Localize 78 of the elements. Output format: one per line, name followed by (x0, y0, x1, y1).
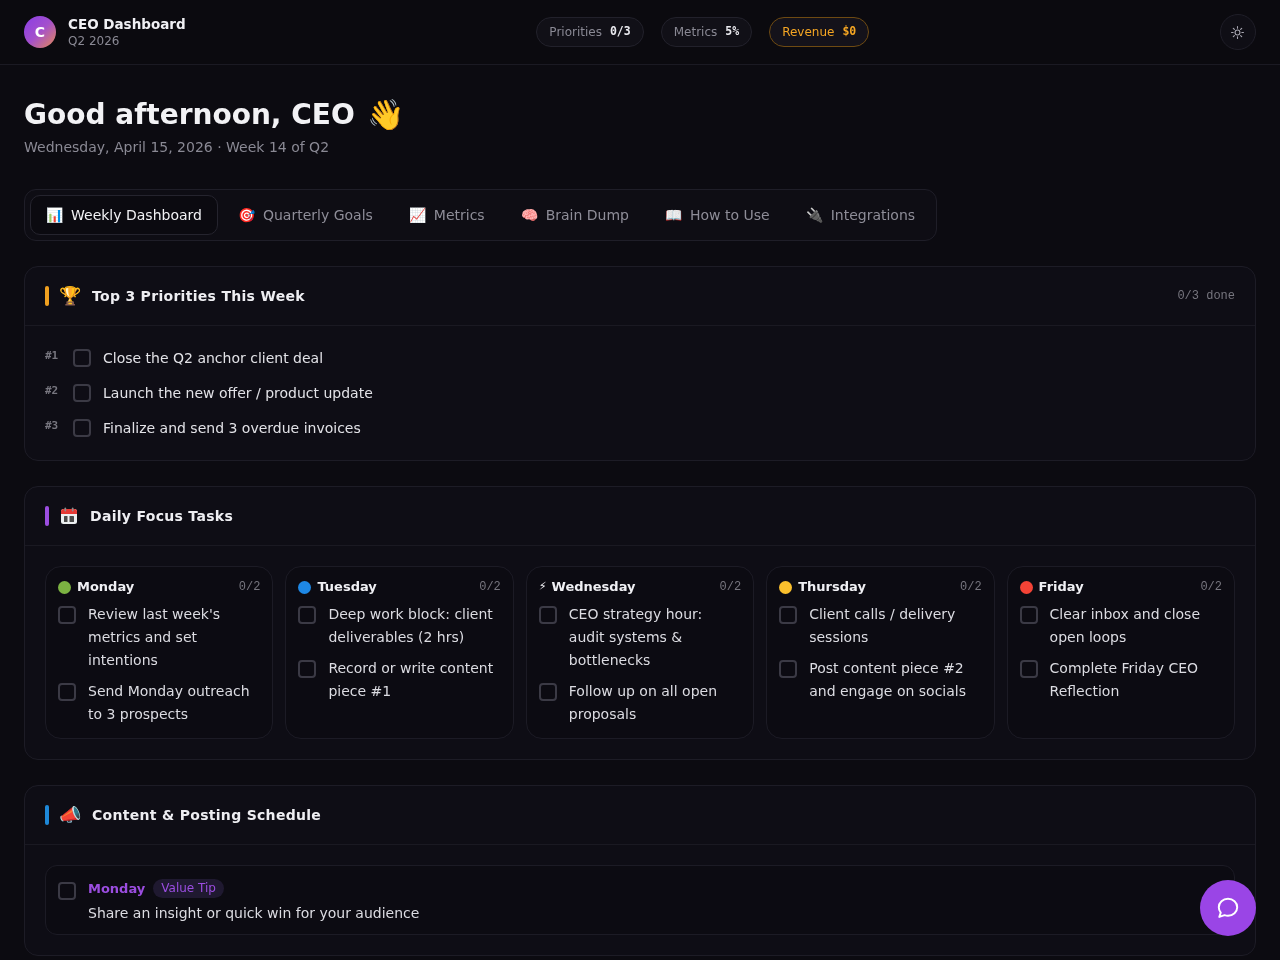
day-name: Thursday (798, 579, 866, 595)
day-name: Monday (77, 579, 135, 595)
date-subtitle: Wednesday, April 15, 2026 · Week 14 of Q2 (24, 138, 331, 156)
trophy-icon: 🏆 (59, 286, 81, 306)
task-count: 0/2 (479, 579, 501, 595)
greeting-heading: Good afternoon, CEO (24, 97, 355, 133)
checkbox[interactable] (779, 605, 798, 624)
task-text: Client calls / delivery sessions (809, 605, 957, 647)
checkbox[interactable] (73, 419, 91, 437)
day-name: Friday (1038, 579, 1084, 595)
section-title: Content & Posting Schedule (92, 806, 322, 825)
tab[interactable]: 📖 How to Use (649, 195, 786, 235)
chat-bubble-icon (1215, 895, 1241, 921)
tab[interactable]: 🧠 Brain Dump (504, 195, 645, 235)
stat-label: Metrics (673, 24, 718, 41)
priority-number: #1 (45, 348, 60, 365)
priority-number: #3 (45, 418, 60, 435)
tab[interactable]: 📊 Weekly Dashboard (30, 195, 218, 235)
stat-label: Revenue (782, 24, 835, 41)
priority-number: #2 (45, 383, 60, 400)
day-name: Wednesday (551, 579, 636, 595)
task-text: CEO strategy hour: audit systems & bottlenecks (568, 605, 704, 670)
task-text: Complete Friday CEO Reflection (1049, 659, 1200, 701)
stat-value: 5% (725, 23, 740, 41)
task-text: Post content piece #2 and engage on socials (809, 659, 967, 701)
target-icon: 🎯 (237, 208, 255, 222)
checkbox[interactable] (58, 882, 76, 900)
bar-chart-icon: 📊 (46, 208, 63, 222)
brain-icon: 🧠 (520, 208, 538, 222)
section-title: Daily Focus Tasks (90, 507, 234, 526)
post-text: Share an insight or quick win for your audience (88, 904, 420, 923)
priority-text: Close the Q2 anchor client deal (103, 348, 324, 368)
post-day: Monday (88, 880, 146, 897)
task-text: Review last week's metrics and set intentions (88, 605, 222, 670)
stat-value: $0 (842, 23, 857, 41)
logo: C (24, 16, 56, 48)
task-text: Deep work block: client deliverables (2 hrs) (328, 605, 494, 647)
priority-text: Finalize and send 3 overdue invoices (103, 418, 361, 438)
task-text: Clear inbox and close open loops (1049, 605, 1202, 647)
app-subtitle: Q2 2026 (68, 32, 121, 49)
checkbox[interactable] (538, 605, 557, 624)
checkbox[interactable] (538, 682, 557, 701)
theme-toggle-button[interactable] (1220, 14, 1256, 50)
checkbox[interactable] (1019, 659, 1038, 678)
plug-icon: 🔌 (805, 208, 823, 222)
app-title: CEO Dashboard (68, 15, 186, 33)
checkbox[interactable] (58, 682, 76, 701)
checkbox[interactable] (1019, 605, 1038, 624)
tab[interactable]: 🔌 Integrations (789, 195, 932, 235)
stat-value: 0/3 (609, 23, 631, 41)
checkbox[interactable] (73, 384, 91, 402)
checkbox[interactable] (779, 659, 798, 678)
day-name: Tuesday (317, 579, 377, 595)
stat-label: Priorities (549, 24, 602, 41)
task-count: 0/2 (1200, 579, 1222, 595)
sun-icon (1231, 25, 1245, 39)
task-count: 0/2 (719, 579, 742, 595)
calendar-icon (60, 507, 78, 525)
checkbox[interactable] (298, 659, 317, 678)
task-count: 0/2 (238, 579, 261, 595)
tab[interactable]: 🎯 Quarterly Goals (221, 195, 389, 235)
megaphone-icon: 📣 (59, 805, 81, 825)
line-chart-icon: 📈 (408, 208, 426, 222)
checkbox[interactable] (73, 349, 91, 367)
section-title: Top 3 Priorities This Week (92, 287, 305, 306)
task-text: Record or write content piece #1 (328, 659, 495, 701)
checkbox[interactable] (58, 605, 76, 624)
book-icon: 📖 (665, 208, 682, 222)
task-text: Send Monday outreach to 3 prospects (88, 682, 251, 724)
task-text: Follow up on all open proposals (568, 682, 718, 724)
priority-text: Launch the new offer / product update (103, 383, 373, 403)
waving-hand-icon: 👋 (366, 97, 404, 133)
tab[interactable]: 📈 Metrics (392, 195, 501, 235)
done-count: 0/3 done (1177, 288, 1235, 305)
task-count: 0/2 (960, 579, 982, 595)
post-tag: Value Tip (153, 879, 224, 898)
checkbox[interactable] (298, 605, 317, 624)
lightning-icon: ⚡ (538, 579, 547, 595)
